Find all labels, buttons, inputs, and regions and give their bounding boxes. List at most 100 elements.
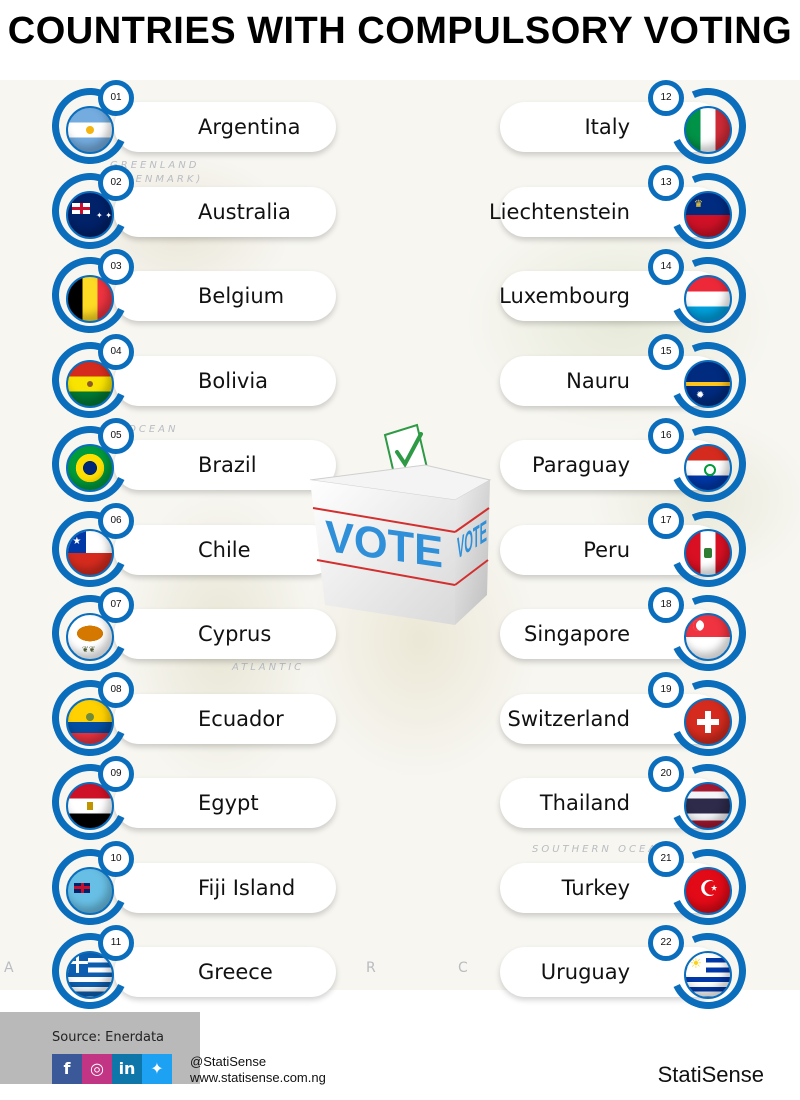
country-number-badge: 16: [648, 418, 684, 454]
country-name: Greece: [198, 960, 273, 984]
country-name: Australia: [198, 199, 291, 224]
country-number-badge: 01: [98, 80, 134, 116]
country-number-badge: 15: [648, 333, 684, 370]
country-name: Argentina: [198, 115, 301, 139]
country-item-uruguay: Uruguay ☀ 22: [500, 922, 760, 1020]
country-number-badge: 03: [98, 249, 134, 285]
country-name: Chile: [198, 537, 251, 562]
social-icons: f ◎ in ✦: [52, 1054, 172, 1084]
turkey-flag-icon: ☪: [684, 866, 732, 915]
country-item-paraguay: Paraguay 16: [500, 415, 760, 513]
luxembourg-flag-icon: [684, 275, 732, 323]
country-name: Bolivia: [198, 368, 269, 393]
thailand-flag-icon: [684, 782, 732, 830]
country-name: Uruguay: [540, 960, 630, 984]
country-number-badge: 22: [648, 925, 684, 961]
country-number-badge: 12: [648, 80, 684, 116]
country-name: Liechtenstein: [488, 199, 630, 224]
country-item-ecuador: Ecuador 08: [41, 668, 336, 767]
twitter-icon[interactable]: ✦: [142, 1054, 172, 1084]
country-item-liechtenstein: Liechtenstein ♛ 13: [489, 161, 760, 260]
facebook-icon[interactable]: f: [52, 1054, 82, 1084]
country-item-belgium: Belgium 03: [41, 246, 336, 344]
country-item-luxembourg: Luxembourg 14: [499, 246, 760, 344]
country-pill: Australia: [114, 186, 336, 237]
country-item-chile: Chile ★ 06: [41, 499, 336, 598]
country-number-badge: 14: [648, 249, 684, 285]
country-item-switzerland: Switzerland 19: [500, 668, 760, 767]
singapore-flag-icon: [684, 613, 732, 661]
country-pill: Fiji Island: [114, 862, 336, 913]
country-item-australia: Australia ✦ ✦ 02: [41, 161, 336, 260]
map-label-c: C: [458, 960, 471, 976]
country-item-singapore: Singapore 18: [500, 584, 760, 682]
country-number-badge: 11: [98, 925, 134, 961]
country-number-badge: 07: [98, 587, 134, 623]
country-item-nauru: Nauru ✹ 15: [500, 330, 760, 429]
contact-info: @StatiSense www.statisense.com.ng: [190, 1054, 326, 1086]
country-number-badge: 18: [648, 587, 684, 623]
country-name: Nauru: [566, 368, 630, 393]
country-item-turkey: Turkey ☪ 21: [500, 837, 760, 936]
country-item-bolivia: Bolivia 04: [41, 330, 336, 429]
switzerland-flag-icon: [684, 697, 732, 746]
country-pill: Bolivia: [114, 355, 336, 406]
country-name: Switzerland: [507, 706, 631, 731]
uruguay-flag-icon: ☀: [684, 951, 732, 999]
country-item-peru: Peru 17: [500, 499, 760, 598]
country-number-badge: 19: [648, 671, 684, 708]
country-pill: Ecuador: [114, 693, 336, 744]
brand-logo: StatiSense: [657, 1062, 764, 1087]
italy-flag-icon: [684, 106, 732, 154]
country-number-badge: 04: [98, 333, 134, 370]
country-name: Brazil: [198, 453, 257, 477]
country-number-badge: 05: [98, 418, 134, 454]
country-number-badge: 06: [98, 502, 134, 539]
ballot-box-icon: VOTE VOTE: [309, 423, 492, 625]
country-pill: Belgium: [114, 271, 336, 321]
country-name: Paraguay: [531, 453, 630, 477]
nauru-flag-icon: ✹: [684, 359, 732, 408]
country-number-badge: 17: [648, 502, 684, 539]
map-label-a: A: [4, 960, 17, 976]
country-name: Egypt: [198, 791, 259, 815]
country-number-badge: 21: [648, 840, 684, 877]
peru-flag-icon: [684, 528, 732, 577]
country-item-thailand: Thailand 20: [500, 753, 760, 851]
country-pill: Cyprus: [114, 609, 336, 659]
country-number-badge: 20: [648, 756, 684, 792]
country-name: Luxembourg: [499, 284, 630, 308]
map-label-atlantic: ATLANTIC: [232, 662, 305, 673]
country-item-egypt: Egypt 09: [41, 753, 336, 851]
country-pill: Greece: [114, 947, 336, 997]
footer: Source: Enerdata f ◎ in ✦ @StatiSense ww…: [0, 1012, 800, 1100]
country-item-cyprus: Cyprus ❦❦ 07: [41, 584, 336, 682]
linkedin-icon[interactable]: in: [112, 1054, 142, 1084]
country-name: Peru: [583, 537, 630, 562]
liechtenstein-flag-icon: ♛: [684, 190, 732, 239]
country-pill: Egypt: [114, 778, 336, 828]
country-pill: Argentina: [114, 102, 336, 152]
website-link[interactable]: www.statisense.com.ng: [190, 1070, 326, 1086]
country-item-fiji-island: Fiji Island 10: [41, 837, 336, 936]
country-name: Ecuador: [198, 706, 284, 731]
country-item-greece: Greece 11: [41, 922, 336, 1020]
country-name: Cyprus: [198, 622, 272, 646]
paraguay-flag-icon: [684, 444, 732, 492]
country-name: Singapore: [524, 622, 630, 646]
map-label-r: R: [366, 960, 379, 976]
country-name: Fiji Island: [198, 875, 296, 900]
country-name: Turkey: [561, 875, 630, 900]
social-handle[interactable]: @StatiSense: [190, 1054, 326, 1070]
country-pill: Brazil: [114, 440, 336, 490]
country-name: Belgium: [198, 284, 285, 308]
country-pill: Chile: [114, 524, 336, 575]
country-item-italy: Italy 12: [500, 77, 760, 175]
instagram-icon[interactable]: ◎: [82, 1054, 112, 1084]
page-title: COUNTRIES WITH COMPULSORY VOTING: [7, 10, 793, 52]
country-item-argentina: Argentina 01: [41, 77, 336, 175]
country-name: Thailand: [539, 791, 630, 815]
country-name: Italy: [584, 115, 630, 139]
country-number-badge: 02: [98, 164, 134, 201]
source-text: Source: Enerdata: [52, 1030, 165, 1045]
